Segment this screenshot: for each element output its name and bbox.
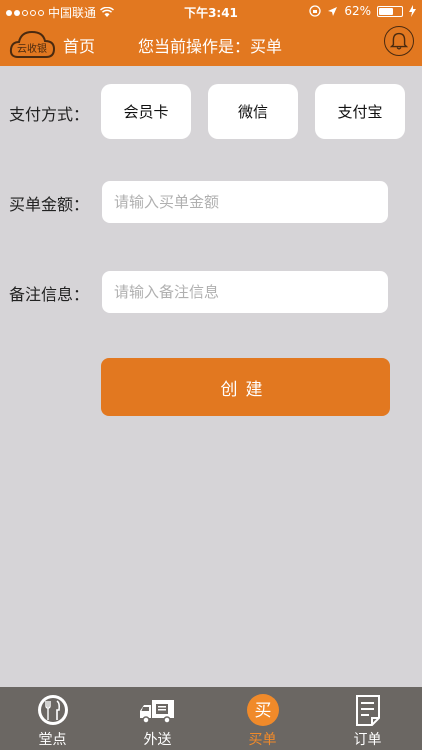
tab-dine-in[interactable]: 堂点: [0, 687, 105, 750]
battery-percent: 62%: [344, 4, 371, 18]
logo-text: 云收银: [17, 42, 47, 55]
delivery-truck-icon: [139, 700, 174, 724]
battery-icon: [377, 5, 403, 17]
status-bar: 中国联通 下午3:41 62%: [0, 0, 422, 22]
pay-wechat-button[interactable]: 微信: [208, 84, 298, 139]
note-input[interactable]: [102, 271, 388, 313]
tab-buy[interactable]: 买 买单: [210, 687, 315, 750]
tab-orders-label: 订单: [353, 732, 382, 748]
tab-orders[interactable]: 订单: [315, 687, 420, 750]
cloud-logo-icon[interactable]: 云收银: [8, 27, 56, 61]
tab-delivery-label: 外送: [143, 732, 172, 748]
tab-delivery[interactable]: 外送: [105, 687, 210, 750]
rotation-lock-icon: [309, 5, 321, 17]
buy-icon: 买: [246, 694, 279, 726]
amount-input[interactable]: [102, 181, 388, 223]
tab-dine-in-label: 堂点: [38, 732, 67, 748]
note-label: 备注信息：: [9, 285, 90, 304]
payment-method-label: 支付方式：: [9, 105, 90, 124]
battery-fill: [379, 7, 393, 15]
buy-icon-char: 买: [254, 701, 271, 721]
location-arrow-icon: [328, 6, 338, 16]
header: 云收银 首页 您当前操作是：买单: [0, 22, 422, 66]
tab-bar: 堂点 外送 买 买单 订单: [0, 687, 422, 750]
tab-buy-label: 买单: [248, 732, 277, 748]
home-link[interactable]: 首页: [63, 33, 95, 57]
bell-icon[interactable]: [384, 26, 414, 56]
pay-alipay-button[interactable]: 支付宝: [315, 84, 405, 139]
order-list-icon: [355, 695, 380, 726]
create-button[interactable]: 创建: [101, 358, 390, 416]
page-title: 您当前操作是：买单: [138, 37, 283, 56]
charging-icon: [409, 5, 416, 17]
plate-icon: [37, 695, 68, 725]
status-right: 62%: [309, 4, 416, 18]
amount-label: 买单金额：: [9, 195, 90, 214]
pay-member-card-button[interactable]: 会员卡: [101, 84, 191, 139]
